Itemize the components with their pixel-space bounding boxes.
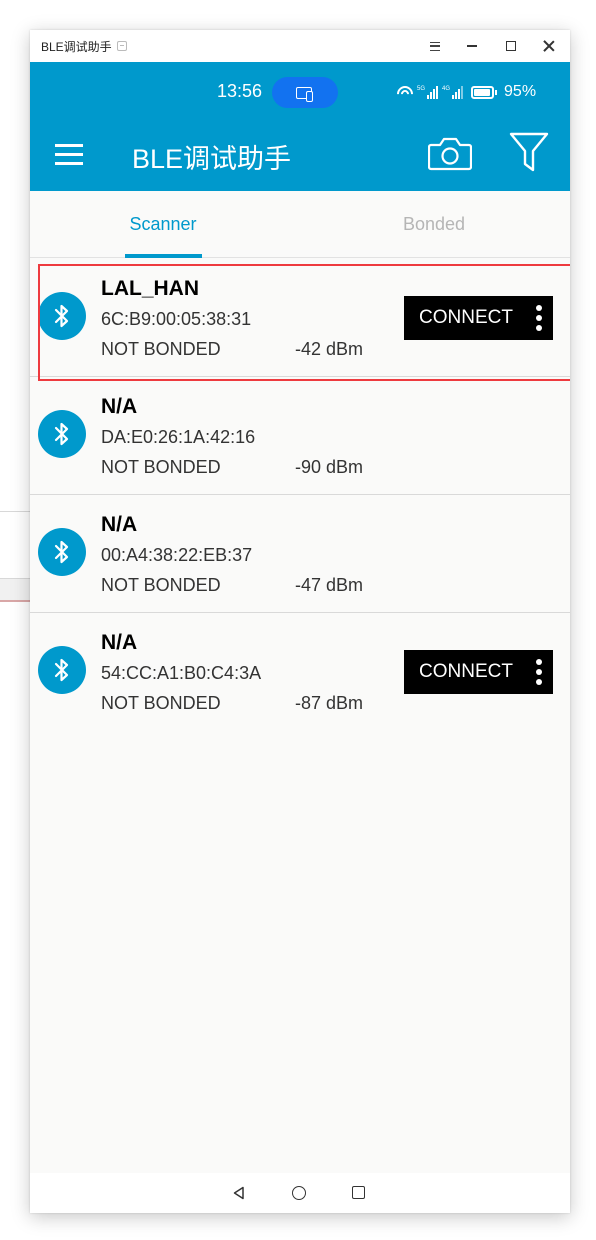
camera-icon xyxy=(427,137,473,171)
navigation-bar xyxy=(30,1173,570,1213)
status-icons: 5G 4G 95% xyxy=(397,83,536,101)
hamburger-menu-button[interactable] xyxy=(55,144,83,166)
camera-button[interactable] xyxy=(427,136,473,172)
device-rssi: -90 dBm xyxy=(295,457,364,477)
device-row[interactable]: N/A 00:A4:38:22:EB:37 NOT BONDED -47 dBm xyxy=(30,495,570,613)
tab-scanner[interactable]: Scanner xyxy=(120,191,206,258)
minimize-icon xyxy=(467,45,477,47)
device-list: LAL_HAN 6C:B9:00:05:38:31 NOT BONDED -42… xyxy=(30,259,570,731)
device-mac: 54:CC:A1:B0:C4:3A xyxy=(101,663,262,683)
device-mac: 6C:B9:00:05:38:31 xyxy=(101,309,252,329)
bluetooth-icon xyxy=(38,410,86,458)
screen-cast-pill[interactable] xyxy=(272,77,338,108)
window-menu-button[interactable] xyxy=(417,30,453,62)
connect-label: CONNECT xyxy=(419,661,513,682)
active-tab-indicator xyxy=(125,254,202,258)
more-options-icon[interactable] xyxy=(536,305,542,331)
device-name: LAL_HAN xyxy=(101,277,199,300)
window-maximize-button[interactable] xyxy=(493,30,529,62)
device-row[interactable]: N/A 54:CC:A1:B0:C4:3A NOT BONDED -87 dBm… xyxy=(30,613,570,731)
back-icon xyxy=(233,1186,244,1200)
recents-button[interactable] xyxy=(352,1186,365,1199)
device-rssi: -87 dBm xyxy=(295,693,364,713)
wifi-icon xyxy=(397,85,413,99)
window-close-button[interactable] xyxy=(531,30,567,62)
device-mac: 00:A4:38:22:EB:37 xyxy=(101,545,253,565)
maximize-icon xyxy=(506,41,516,51)
window-title: BLE调试助手 xyxy=(41,39,112,54)
back-button[interactable] xyxy=(232,1186,246,1200)
device-name: N/A xyxy=(101,395,138,418)
home-button[interactable] xyxy=(292,1186,306,1200)
close-icon xyxy=(543,40,555,52)
device-row[interactable]: LAL_HAN 6C:B9:00:05:38:31 NOT BONDED -42… xyxy=(30,259,570,377)
device-name: N/A xyxy=(101,631,138,654)
device-rssi: -42 dBm xyxy=(295,339,364,359)
filter-button[interactable] xyxy=(508,130,550,174)
signal-5g-icon: 5G xyxy=(417,85,439,99)
app-bar: BLE调试助手 xyxy=(30,120,570,191)
bluetooth-icon xyxy=(38,646,86,694)
filter-icon xyxy=(509,132,549,172)
connect-button[interactable]: CONNECT xyxy=(404,296,553,340)
bluetooth-icon xyxy=(38,528,86,576)
device-bond-state: NOT BONDED xyxy=(101,575,221,595)
window-minimize-button[interactable] xyxy=(454,30,490,62)
device-name: N/A xyxy=(101,513,138,536)
battery-icon xyxy=(471,85,498,99)
device-row[interactable]: N/A DA:E0:26:1A:42:16 NOT BONDED -90 dBm xyxy=(30,377,570,495)
emulator-window: BLE调试助手 13:56 5G 4G 95% BLE调试助手 Scanner … xyxy=(30,30,570,1213)
status-time: 13:56 xyxy=(217,81,263,101)
device-mac: DA:E0:26:1A:42:16 xyxy=(101,427,256,447)
pin-icon[interactable] xyxy=(116,41,127,51)
bluetooth-icon xyxy=(38,292,86,340)
app-title: BLE调试助手 xyxy=(132,144,292,174)
signal-4g-icon: 4G xyxy=(442,85,464,99)
tab-bar: Scanner Bonded xyxy=(30,191,570,258)
connect-label: CONNECT xyxy=(419,307,513,328)
window-titlebar[interactable]: BLE调试助手 xyxy=(30,30,570,62)
device-bond-state: NOT BONDED xyxy=(101,339,221,359)
connect-button[interactable]: CONNECT xyxy=(404,650,553,694)
status-bar: 13:56 5G 4G 95% xyxy=(30,62,570,120)
screen-cast-icon xyxy=(296,86,313,102)
more-options-icon[interactable] xyxy=(536,659,542,685)
battery-percent: 95% xyxy=(504,83,537,100)
device-bond-state: NOT BONDED xyxy=(101,693,221,713)
device-bond-state: NOT BONDED xyxy=(101,457,221,477)
menu-icon xyxy=(430,41,440,51)
tab-bonded[interactable]: Bonded xyxy=(385,191,483,258)
device-rssi: -47 dBm xyxy=(295,575,364,595)
